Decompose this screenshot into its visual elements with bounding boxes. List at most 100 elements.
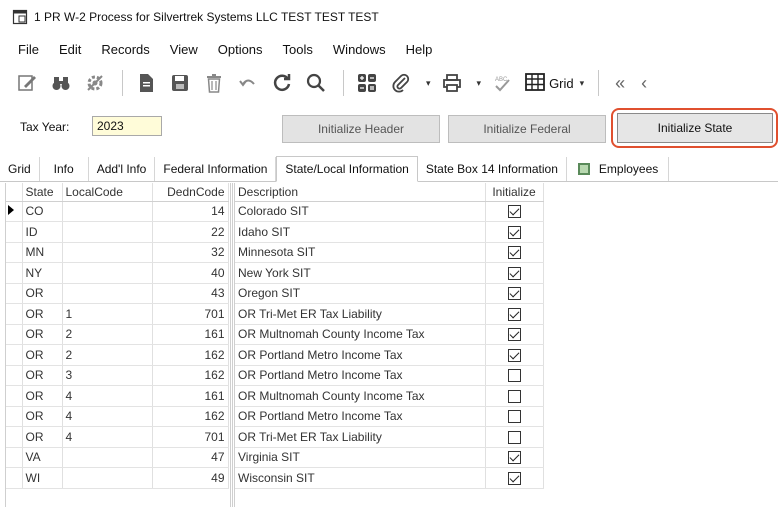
dedncode-cell[interactable]: 701 — [152, 303, 229, 325]
menu-records[interactable]: Records — [91, 42, 159, 57]
initialize-checkbox[interactable] — [507, 348, 521, 362]
initialize-checkbox[interactable] — [507, 246, 521, 260]
save-icon[interactable] — [165, 68, 195, 98]
table-row[interactable]: VA 47 — [6, 447, 229, 468]
localcode-cell[interactable] — [62, 447, 153, 468]
initialize-checkbox[interactable] — [507, 451, 521, 465]
state-cell[interactable]: CO — [22, 201, 63, 222]
initialize-cell[interactable] — [485, 242, 544, 263]
refresh-icon[interactable] — [267, 68, 297, 98]
state-cell[interactable]: OR — [22, 283, 63, 304]
state-cell[interactable]: OR — [22, 324, 63, 345]
description-column-header[interactable]: Description — [235, 183, 486, 202]
table-row[interactable]: OR 2 161 — [6, 324, 229, 345]
dedncode-cell[interactable]: 14 — [152, 201, 229, 222]
initialize-cell[interactable] — [485, 324, 544, 345]
localcode-cell[interactable] — [62, 467, 153, 489]
initialize-cell[interactable] — [485, 283, 544, 304]
dedncode-cell[interactable]: 32 — [152, 242, 229, 263]
localcode-cell[interactable] — [62, 283, 153, 304]
description-cell[interactable]: OR Multnomah County Income Tax — [235, 324, 486, 345]
localcode-column-header[interactable]: LocalCode — [62, 183, 153, 202]
dedncode-cell[interactable]: 22 — [152, 221, 229, 243]
table-row[interactable]: New York SIT — [235, 262, 544, 284]
initialize-cell[interactable] — [485, 344, 544, 366]
table-row[interactable]: Oregon SIT — [235, 283, 544, 304]
initialize-cell[interactable] — [485, 221, 544, 243]
prev-record-icon[interactable]: ‹ — [641, 73, 647, 94]
table-row[interactable]: MN 32 — [6, 242, 229, 263]
tab-addl-info[interactable]: Add'l Info — [88, 157, 156, 181]
dedncode-cell[interactable]: 162 — [152, 344, 229, 366]
initialize-cell[interactable] — [485, 303, 544, 325]
table-row[interactable]: OR 3 162 — [6, 365, 229, 386]
tab-state-local-information[interactable]: State/Local Information — [276, 156, 418, 182]
initialize-cell[interactable] — [485, 426, 544, 448]
dedncode-cell[interactable]: 162 — [152, 406, 229, 427]
localcode-cell[interactable] — [62, 201, 153, 222]
menu-help[interactable]: Help — [396, 42, 443, 57]
description-cell[interactable]: OR Tri-Met ER Tax Liability — [235, 303, 486, 325]
initialize-federal-button[interactable]: Initialize Federal — [448, 115, 606, 143]
table-row[interactable]: Colorado SIT — [235, 201, 544, 222]
dedncode-cell[interactable]: 47 — [152, 447, 229, 468]
initialize-checkbox[interactable] — [507, 410, 521, 424]
description-cell[interactable]: Minnesota SIT — [235, 242, 486, 263]
menu-windows[interactable]: Windows — [323, 42, 396, 57]
state-cell[interactable]: NY — [22, 262, 63, 284]
row-indicator[interactable] — [6, 262, 23, 284]
table-row[interactable]: OR Portland Metro Income Tax — [235, 365, 544, 386]
initialize-cell[interactable] — [485, 447, 544, 468]
initialize-checkbox[interactable] — [507, 389, 521, 403]
table-row[interactable]: Idaho SIT — [235, 221, 544, 243]
dedncode-cell[interactable]: 701 — [152, 426, 229, 448]
table-row[interactable]: OR Multnomah County Income Tax — [235, 385, 544, 407]
tax-year-input[interactable]: 2023 — [92, 116, 162, 136]
table-row[interactable]: Virginia SIT — [235, 447, 544, 468]
menu-options[interactable]: Options — [208, 42, 273, 57]
state-cell[interactable]: OR — [22, 406, 63, 427]
initialize-checkbox[interactable] — [507, 471, 521, 485]
localcode-cell[interactable]: 2 — [62, 344, 153, 366]
localcode-cell[interactable]: 4 — [62, 385, 153, 407]
state-cell[interactable]: ID — [22, 221, 63, 243]
table-row[interactable]: WI 49 — [6, 467, 229, 489]
localcode-cell[interactable]: 2 — [62, 324, 153, 345]
attachment-icon[interactable] — [386, 68, 416, 98]
table-row[interactable]: CO 14 — [6, 201, 229, 222]
menu-edit[interactable]: Edit — [49, 42, 91, 57]
state-cell[interactable]: OR — [22, 344, 63, 366]
dedncode-cell[interactable]: 49 — [152, 467, 229, 489]
table-row[interactable]: OR 43 — [6, 283, 229, 304]
document-icon[interactable] — [131, 68, 161, 98]
state-cell[interactable]: WI — [22, 467, 63, 489]
state-cell[interactable]: VA — [22, 447, 63, 468]
row-indicator[interactable] — [6, 467, 23, 489]
search-icon[interactable] — [301, 68, 331, 98]
table-row[interactable]: OR 2 162 — [6, 344, 229, 366]
localcode-cell[interactable]: 3 — [62, 365, 153, 386]
state-cell[interactable]: OR — [22, 365, 63, 386]
table-row[interactable]: ID 22 — [6, 221, 229, 243]
initialize-checkbox[interactable] — [507, 307, 521, 321]
table-row[interactable]: NY 40 — [6, 262, 229, 284]
row-indicator[interactable] — [6, 365, 23, 386]
localcode-cell[interactable]: 4 — [62, 406, 153, 427]
edit-icon[interactable] — [12, 68, 42, 98]
row-indicator[interactable] — [6, 324, 23, 345]
row-indicator[interactable] — [6, 283, 23, 304]
description-cell[interactable]: Colorado SIT — [235, 201, 486, 222]
state-cell[interactable]: OR — [22, 385, 63, 407]
row-indicator[interactable] — [6, 447, 23, 468]
initialize-cell[interactable] — [485, 385, 544, 407]
table-row[interactable]: OR Multnomah County Income Tax — [235, 324, 544, 345]
description-cell[interactable]: OR Tri-Met ER Tax Liability — [235, 426, 486, 448]
settings-icon[interactable] — [80, 68, 110, 98]
description-cell[interactable]: OR Portland Metro Income Tax — [235, 344, 486, 366]
description-cell[interactable]: Oregon SIT — [235, 283, 486, 304]
state-column-header[interactable]: State — [22, 183, 63, 202]
table-row[interactable]: OR Tri-Met ER Tax Liability — [235, 426, 544, 448]
row-indicator[interactable] — [6, 303, 23, 325]
table-row[interactable]: OR 4 161 — [6, 385, 229, 407]
initialize-column-header[interactable]: Initialize — [485, 183, 544, 202]
